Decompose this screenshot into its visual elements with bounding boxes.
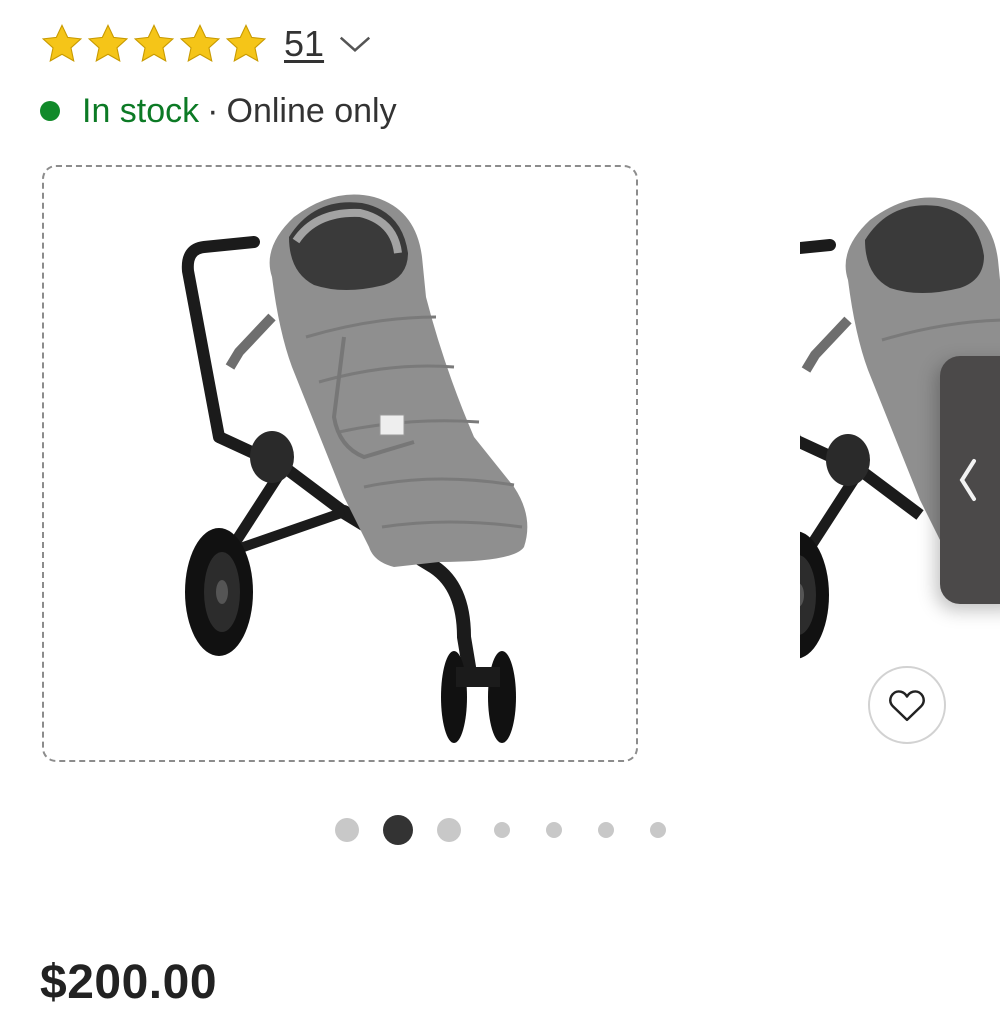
favorite-button[interactable] xyxy=(868,666,946,744)
page-dot-4[interactable] xyxy=(494,822,510,838)
review-count-link[interactable]: 51 xyxy=(284,23,324,65)
separator: · xyxy=(207,91,219,130)
in-stock-dot-icon xyxy=(40,101,60,121)
page-dot-7[interactable] xyxy=(650,822,666,838)
star-icon xyxy=(224,22,268,66)
star-rating xyxy=(40,22,270,66)
page-dot-2-active[interactable] xyxy=(383,815,413,845)
stock-status: In stock xyxy=(82,91,200,130)
chevron-left-icon xyxy=(959,459,976,501)
chevron-down-icon[interactable] xyxy=(336,25,374,63)
star-icon xyxy=(132,22,176,66)
star-icon xyxy=(86,22,130,66)
star-icon xyxy=(178,22,222,66)
carousel-pagination xyxy=(335,815,666,845)
page-dot-1[interactable] xyxy=(335,818,359,842)
page-dot-5[interactable] xyxy=(546,822,562,838)
stroller-image xyxy=(44,167,636,760)
page-dot-3[interactable] xyxy=(437,818,461,842)
product-price: $200.00 xyxy=(40,956,218,1009)
availability-row: In stock · Online only xyxy=(40,86,397,136)
channel-label: Online only xyxy=(226,91,397,130)
rating-row[interactable]: 51 xyxy=(40,16,374,72)
page-dot-6[interactable] xyxy=(598,822,614,838)
carousel-prev-button[interactable] xyxy=(940,356,1000,604)
product-image-main[interactable] xyxy=(42,165,638,762)
heart-icon xyxy=(889,690,925,722)
star-icon xyxy=(40,22,84,66)
